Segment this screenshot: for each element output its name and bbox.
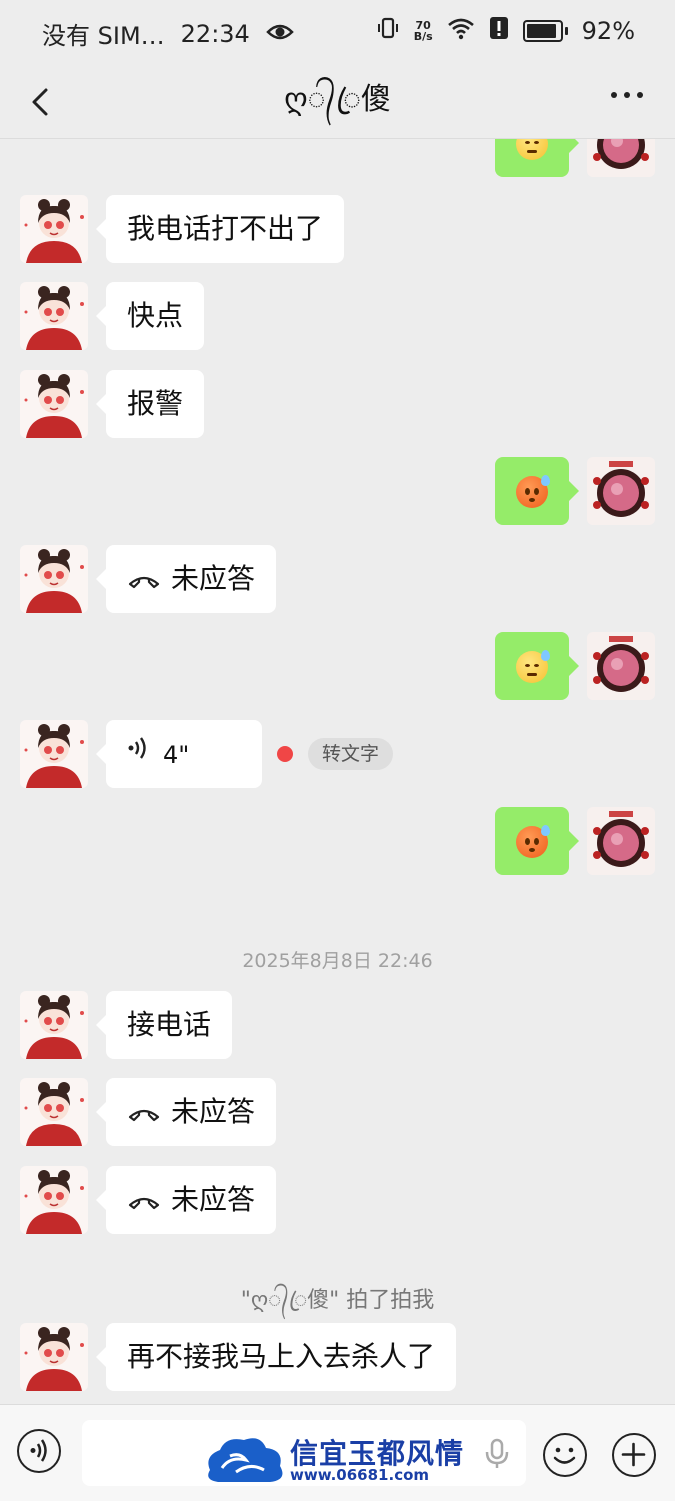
call-status-text: 未应答 [171,562,256,595]
vibrate-icon [376,16,400,46]
sweat-face-icon [516,475,550,508]
message-row [0,807,675,875]
message-row: 快点 [0,282,675,350]
phone-hangup-icon [128,1109,160,1122]
message-text: 接电话 [127,1008,212,1041]
carrier-label: 没有 SIM… [42,22,165,50]
message-row: 4" 转文字 [0,720,675,788]
unamused-face-icon [516,650,550,683]
missed-call-bubble[interactable]: 未应答 [95,1078,277,1146]
eye-icon [266,20,294,48]
missed-call-bubble[interactable]: 未应答 [95,1166,277,1234]
chat-title: ღ᭄ꦿ傻 [284,82,391,117]
contact-avatar[interactable] [20,282,88,350]
sticker-bubble[interactable] [495,632,579,700]
contact-avatar[interactable] [20,195,88,263]
message-row: 未应答 [0,1078,675,1146]
smiley-icon [553,1447,576,1464]
my-avatar[interactable] [587,457,655,525]
message-row [0,632,675,700]
battery-fill [526,24,556,38]
message-row: 未应答 [0,1166,675,1234]
contact-avatar[interactable] [20,1323,88,1391]
more-actions-button[interactable] [612,1433,656,1477]
my-avatar[interactable] [587,139,655,177]
voice-input-button[interactable] [17,1429,61,1473]
contact-avatar[interactable] [20,545,88,613]
message-row: 2025年8月8日 22:46 [0,926,675,994]
more-button[interactable] [609,86,645,116]
message-row: 未应答 [0,545,675,613]
message-text: 我电话打不出了 [127,212,324,245]
voice-message-bubble[interactable]: 4" [96,720,262,789]
message-row [0,457,675,525]
missed-call-bubble[interactable]: 未应答 [95,545,277,613]
my-avatar[interactable] [587,807,655,875]
wifi-icon [447,16,475,46]
contact-avatar[interactable] [20,991,88,1059]
message-row: 接电话 [0,991,675,1059]
voice-duration: 4" [163,741,190,769]
message-row: 再不接我马上入去杀人了 [0,1323,675,1391]
battery-percent: 92% [581,17,635,45]
sticker-bubble[interactable] [495,457,579,525]
chat-header: ღ᭄ꦿ傻 [0,64,675,139]
more-dots-icon [611,92,643,98]
message-bubble[interactable]: 接电话 [95,991,233,1059]
message-text: 快点 [127,299,184,332]
emoji-button[interactable] [543,1433,587,1477]
convert-to-text-button[interactable]: 转文字 [308,738,394,770]
message-text: 再不接我马上入去杀人了 [127,1340,436,1373]
pat-notification: "ღ᭄ꦿ傻" 拍了拍我 [240,1288,435,1313]
unread-dot [277,746,293,762]
cloud-logo-icon [208,1438,283,1482]
call-status-text: 未应答 [171,1183,256,1216]
call-status-text: 未应答 [171,1095,256,1128]
sweat-face-icon [516,825,550,858]
message-list[interactable]: 我电话打不出了 快点 报警 未应答 4" 转文字 2025年8月8日 22:46 接电话 未应答… [0,139,675,1404]
phone-hangup-icon [128,1197,160,1210]
message-row: 报警 [0,370,675,438]
contact-avatar[interactable] [20,720,88,788]
network-speed-unit: B/s [413,30,433,43]
network-speed: 70 B/s [414,20,433,42]
message-bubble[interactable]: 报警 [95,370,205,438]
contact-avatar[interactable] [20,1166,88,1234]
sticker-bubble[interactable] [495,807,579,875]
contact-avatar[interactable] [20,1078,88,1146]
message-text: 报警 [127,387,184,420]
message-row: "ღ᭄ꦿ傻" 拍了拍我 [0,1262,675,1330]
alert-icon [489,16,509,46]
message-row: 我电话打不出了 [0,195,675,263]
phone-hangup-icon [128,576,160,589]
contact-avatar[interactable] [20,370,88,438]
status-bar: 没有 SIM… 22:34 70 B/s 92% [0,0,675,64]
sticker-bubble[interactable] [495,139,579,177]
message-row [0,139,675,177]
message-bubble[interactable]: 快点 [95,282,205,350]
sound-wave-icon [30,1439,47,1462]
my-avatar[interactable] [587,632,655,700]
message-bubble[interactable]: 再不接我马上入去杀人了 [95,1323,457,1391]
message-timestamp: 2025年8月8日 22:46 [242,950,433,972]
watermark-url: www.06681.com [290,1466,430,1484]
unamused-face-icon [516,139,548,160]
clock: 22:34 [180,19,250,48]
microphone-icon[interactable] [484,1438,510,1470]
voice-wave-icon [127,721,149,789]
plus-icon [621,1442,646,1467]
message-bubble[interactable]: 我电话打不出了 [95,195,345,263]
watermark: 信宜玉都风情 www.06681.com [200,1430,480,1494]
battery-icon [522,20,568,42]
